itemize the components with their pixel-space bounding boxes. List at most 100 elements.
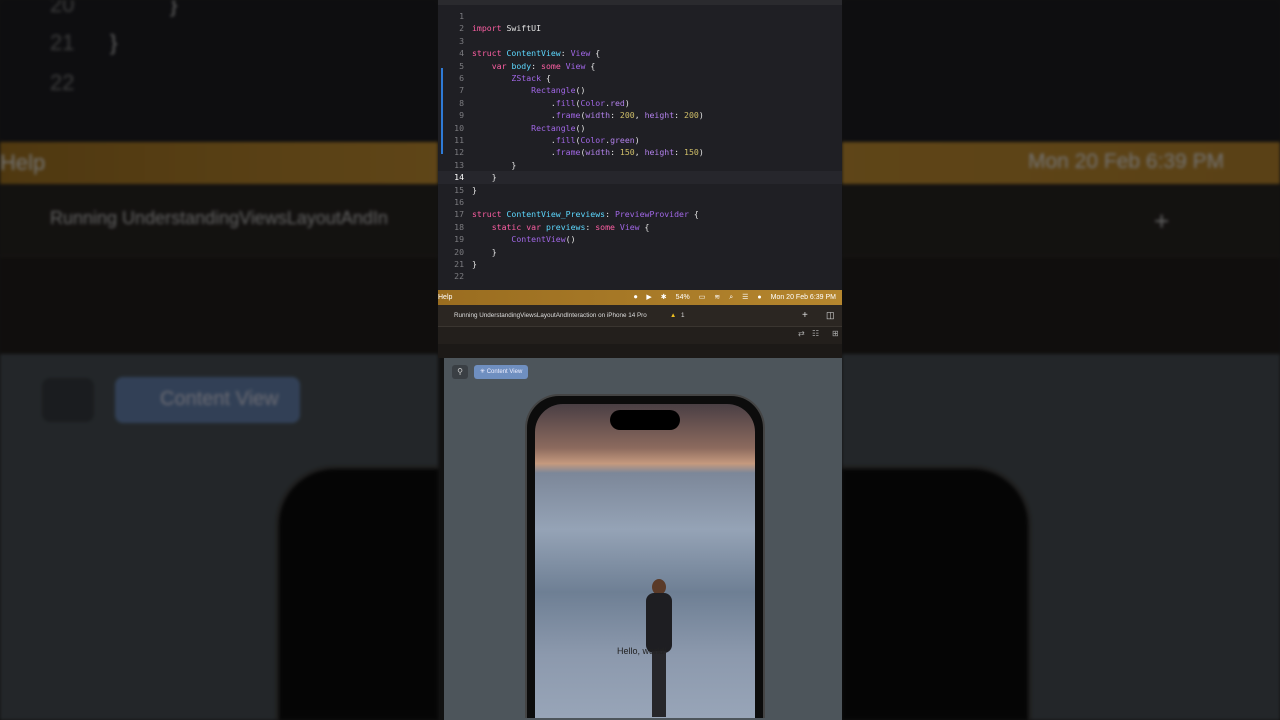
wifi-icon[interactable]: ≋ [714,290,720,305]
add-editor-icon[interactable]: ⊞ [832,329,839,338]
code-token: } [472,172,497,183]
play-icon[interactable]: ▶ [646,290,651,305]
code-token: frame [555,147,581,158]
control-center-icon[interactable]: ☰ [742,290,748,305]
code-token: ) [698,147,704,158]
code-token: Color [580,135,606,145]
line-number: 7 [459,85,464,96]
code-line[interactable]: 7 Rectangle() [438,84,585,96]
code-token: : [605,209,615,220]
inspector-toggle-icon[interactable]: ◫ [826,305,835,326]
run-status: Running UnderstandingViewsLayoutAndInter… [454,312,647,319]
code-token: ) [624,97,630,108]
line-number: 6 [459,73,464,83]
code-token: width [585,147,611,158]
code-token: Rectangle [472,122,576,133]
phone-screen[interactable]: Hello, world! [535,404,755,718]
code-token: , [634,147,645,158]
battery-icon[interactable]: ▭ [699,290,706,305]
code-line[interactable]: 15} [438,184,477,196]
code-token: : [674,110,685,121]
pin-icon[interactable]: ⚲ [452,365,468,379]
line-number: 20 [454,246,464,257]
code-line[interactable]: 16 [438,196,472,208]
swap-icon[interactable]: ⇄ [798,329,805,338]
line-number: 19 [454,234,464,245]
content-view-button[interactable]: ✳ Content View [474,365,529,379]
code-token: : [531,60,542,71]
code-token: some [541,60,561,71]
record-icon[interactable]: ⏺ [634,290,638,305]
code-editor[interactable]: 1 2 import SwiftUI 3 4 struct ContentView: Vi… [438,0,842,290]
code-token: { [585,60,596,71]
code-token: { [541,73,551,83]
code-token: body [506,60,532,71]
code-line[interactable]: 13 } [438,159,516,171]
code-line[interactable]: 6 ZStack { [438,72,551,84]
code-line[interactable]: 21} [438,258,477,270]
code-token: { [688,209,699,220]
code-token: previews [541,221,586,232]
code-token: () [565,234,576,245]
code-token: var [472,60,507,71]
line-number: 17 [454,209,464,220]
menu-bar: Help ⏺ ▶ ✱ 54% ▭ ≋ ⌕ ☰ ● Mon 20 Feb 6:39… [438,290,842,305]
line-number: 10 [454,122,464,133]
code-line[interactable]: 22 [438,270,472,282]
siri-icon[interactable]: ● [757,290,761,305]
code-token: height [644,147,675,158]
code-token: 200 [619,110,635,121]
code-token: () [575,122,586,133]
code-token: struct [472,209,502,220]
code-line[interactable]: 5 var body: some View { [438,60,595,72]
code-line[interactable]: 17 struct ContentView_Previews: PreviewPr… [438,208,699,220]
code-token: ContentView_Previews [501,209,606,220]
code-token: } [472,184,477,195]
editor-options-icon[interactable]: ☷ [812,329,819,338]
code-token: : [610,110,620,121]
code-line[interactable]: 8 .fill(Color.red) [438,97,630,109]
hello-text: Hello, world! [617,646,667,656]
warning-icon[interactable]: ▲ [670,305,676,326]
code-token: View [570,48,591,59]
code-token: : [674,147,685,158]
blurred-background-right: Mon 20 Feb 6:39 PM + [842,0,1280,720]
loading-icon: ✳ [480,369,487,375]
code-line[interactable]: 10 Rectangle() [438,122,585,134]
code-line[interactable]: 14 } [438,171,842,184]
line-number: 11 [454,135,464,145]
code-line[interactable]: 4 struct ContentView: View { [438,47,600,59]
code-token: , [634,110,645,121]
code-token: height [644,110,675,121]
code-line[interactable]: 9 .frame(width: 200, height: 200) [438,109,704,121]
code-token: : [585,221,596,232]
code-line[interactable]: 2 import SwiftUI [438,22,541,34]
code-line[interactable]: 11 .fill(Color.green) [438,134,640,146]
warning-count: 1 [681,312,685,319]
code-token: import [472,23,502,34]
code-token: some [595,221,615,232]
code-token: 200 [684,110,699,121]
menu-help[interactable]: Help [438,294,452,301]
code-token: ContentView [501,48,561,59]
search-icon[interactable]: ⌕ [729,290,733,305]
code-line[interactable]: 18 static var previews: some View { [438,221,649,233]
code-line[interactable]: 12 .frame(width: 150, height: 150) [438,146,704,158]
code-token: fill [555,97,576,108]
code-token: } [472,246,497,257]
add-button[interactable]: + [802,305,808,326]
blurred-background-left: 20 } 21 } 22 Help Running UnderstandingV… [0,0,438,720]
code-line[interactable]: 1 [438,10,472,22]
code-line[interactable]: 20 } [438,246,497,258]
code-token: . [472,147,556,158]
line-number: 2 [459,23,464,34]
code-line[interactable]: 3 [438,35,472,47]
bluetooth-icon[interactable]: ✱ [661,290,667,305]
code-line[interactable]: 19 ContentView() [438,233,576,245]
code-token: } [472,259,477,269]
code-token: ZStack [472,73,542,83]
code-token: fill [555,135,576,145]
screen-recording: 1 2 import SwiftUI 3 4 struct ContentView: Vi… [438,0,842,720]
line-number: 22 [454,271,464,282]
code-token: struct [472,48,502,59]
